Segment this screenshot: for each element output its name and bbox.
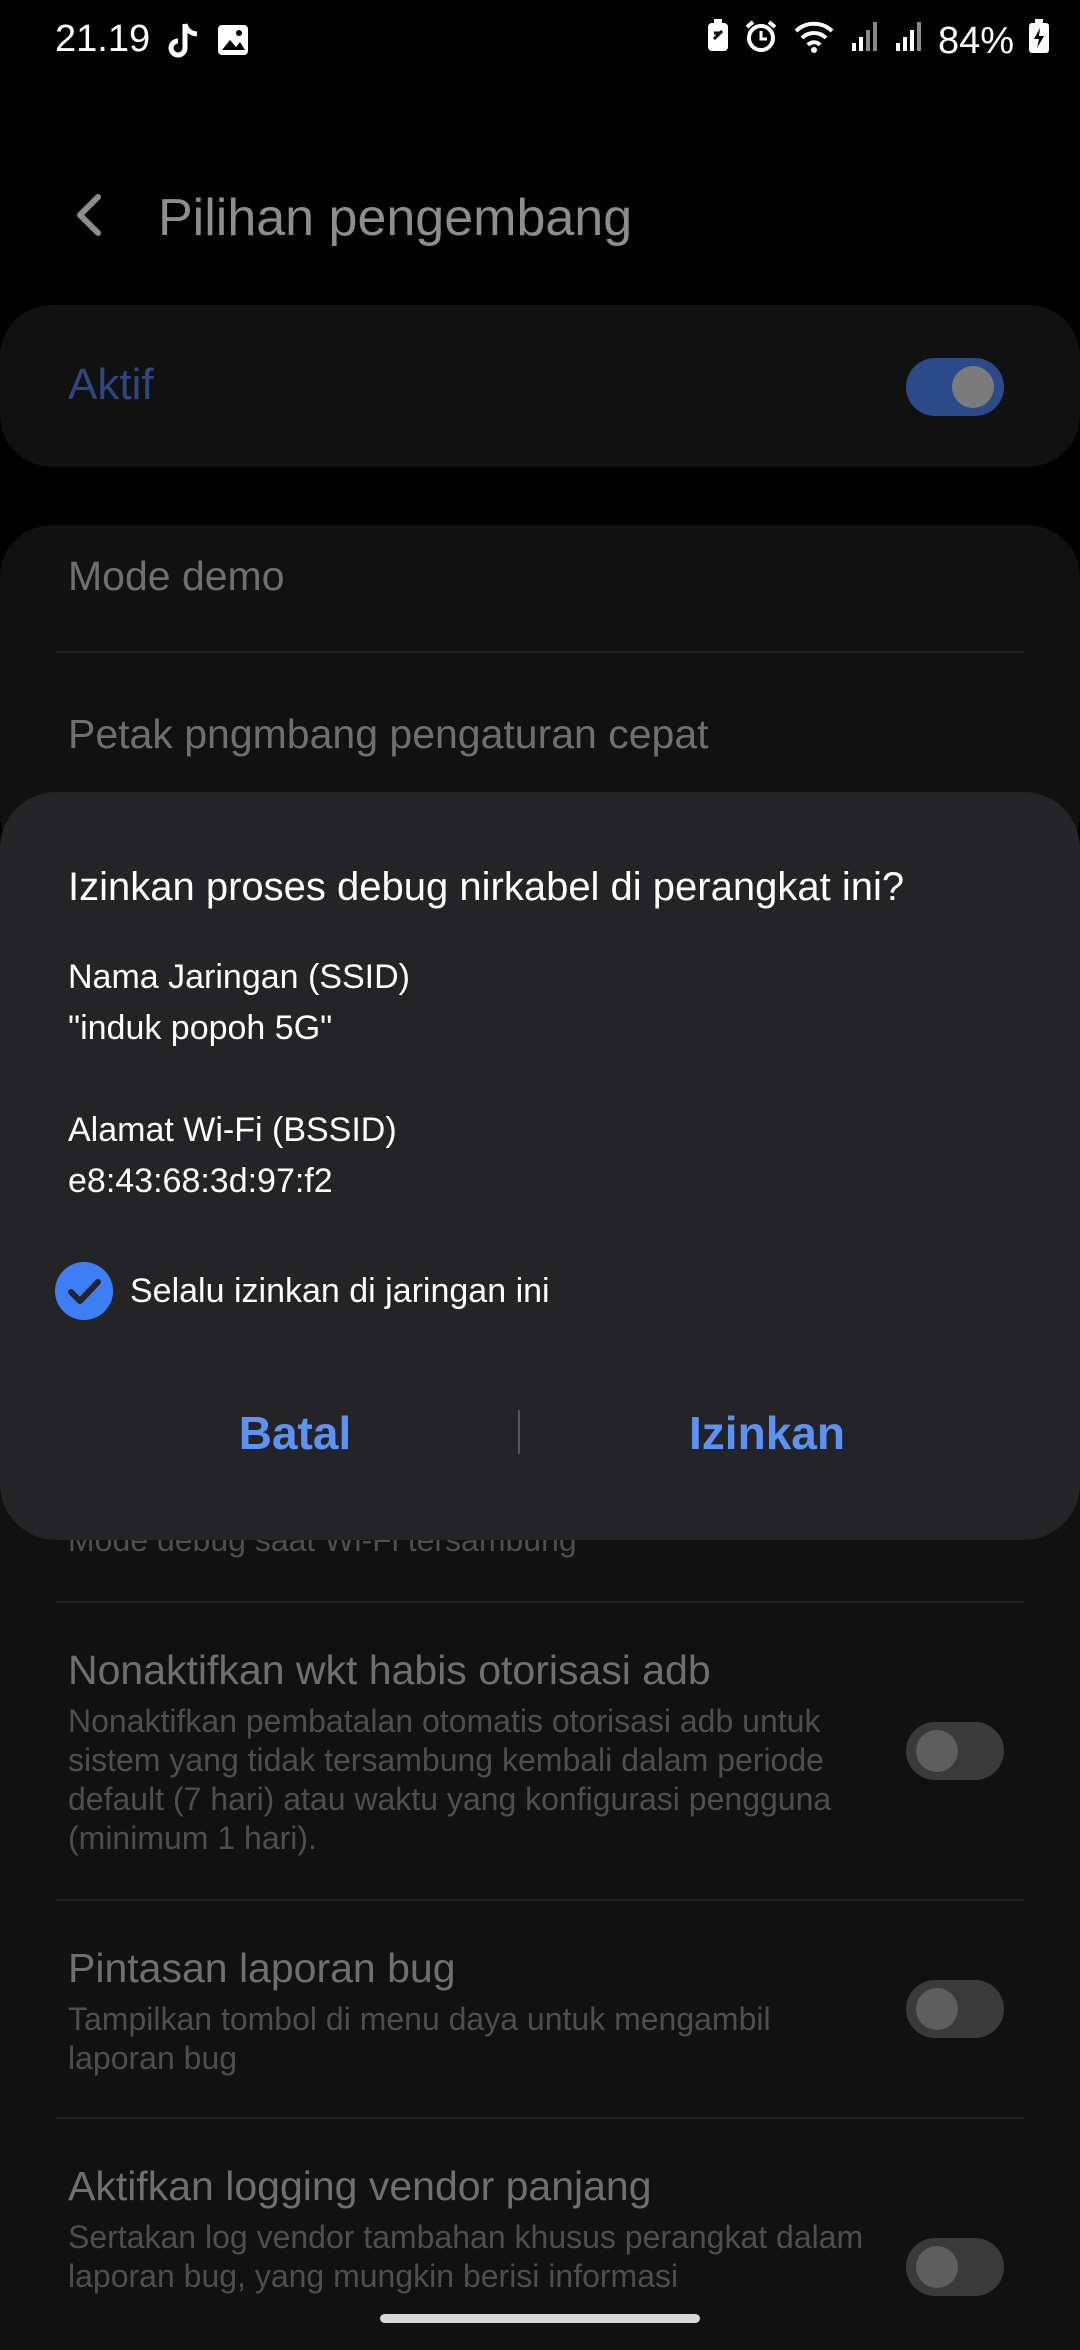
alarm-icon — [744, 19, 778, 63]
master-toggle[interactable] — [906, 358, 1004, 416]
bug-report-toggle[interactable] — [906, 1980, 1004, 2038]
status-left-icons — [165, 22, 251, 67]
always-allow-checkbox[interactable] — [55, 1262, 113, 1320]
battery-saver-icon — [706, 19, 730, 63]
divider — [56, 651, 1024, 653]
ssid-label: Nama Jaringan (SSID) — [68, 958, 411, 996]
divider — [56, 2117, 1024, 2119]
row-quick-tiles[interactable]: Petak pngmbang pengaturan cepat — [68, 711, 709, 758]
adb-timeout-toggle[interactable] — [906, 1722, 1004, 1780]
row-bug-report-subtitle: Tampilkan tombol di menu daya untuk meng… — [68, 2001, 771, 2076]
checkmark-icon — [68, 1279, 101, 1304]
row-mode-demo[interactable]: Mode demo — [68, 553, 285, 600]
home-indicator[interactable] — [380, 2314, 700, 2323]
signal-icon — [850, 19, 880, 63]
tiktok-icon — [165, 22, 201, 67]
dialog-title: Izinkan proses debug nirkabel di perangk… — [68, 865, 905, 909]
bssid-value: e8:43:68:3d:97:f2 — [68, 1162, 333, 1200]
battery-percent: 84% — [937, 19, 1014, 62]
vendor-logging-toggle[interactable] — [906, 2238, 1004, 2296]
row-bug-report-title[interactable]: Pintasan laporan bug — [68, 1945, 456, 1992]
wifi-icon — [792, 19, 836, 63]
divider — [56, 1601, 1024, 1603]
row-vendor-logging-subtitle: Sertakan log vendor tambahan khusus pera… — [68, 2219, 864, 2294]
allow-button[interactable]: Izinkan — [587, 1406, 947, 1460]
back-button[interactable] — [62, 185, 122, 245]
status-right: 84% — [706, 18, 1050, 64]
toggle-knob — [916, 1988, 958, 2030]
cancel-button[interactable]: Batal — [115, 1406, 475, 1460]
toggle-knob — [952, 366, 994, 408]
master-switch-label: Aktif — [68, 360, 154, 409]
row-vendor-logging-title[interactable]: Aktifkan logging vendor panjang — [68, 2163, 652, 2210]
bssid-label: Alamat Wi-Fi (BSSID) — [68, 1111, 397, 1149]
status-time: 21.19 — [55, 18, 151, 60]
settings-card — [0, 1430, 1080, 2350]
button-separator — [518, 1410, 520, 1454]
signal-icon — [894, 19, 924, 63]
image-icon — [215, 22, 251, 67]
row-adb-timeout-title[interactable]: Nonaktifkan wkt habis otorisasi adb — [68, 1647, 711, 1694]
battery-charging-icon — [1028, 18, 1050, 64]
toggle-knob — [916, 2246, 958, 2288]
always-allow-label[interactable]: Selalu izinkan di jaringan ini — [130, 1272, 550, 1311]
chevron-left-icon — [77, 194, 101, 236]
page-title: Pilihan pengembang — [158, 189, 633, 247]
toggle-knob — [916, 1730, 958, 1772]
row-adb-timeout-subtitle: Nonaktifkan pembatalan otomatis otorisas… — [68, 1703, 832, 1856]
ssid-value: "induk popoh 5G" — [68, 1009, 333, 1047]
divider — [56, 1899, 1024, 1901]
